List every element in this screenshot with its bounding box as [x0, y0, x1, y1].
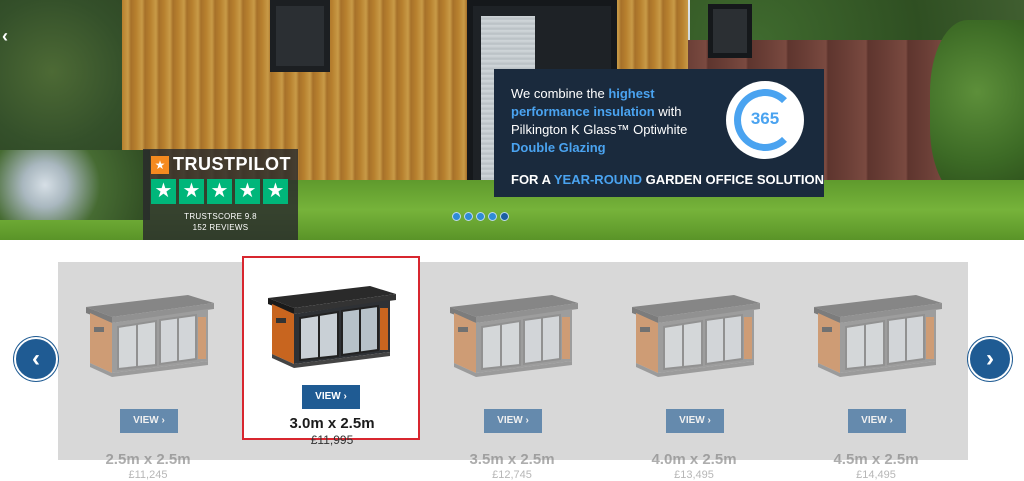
- slider-dot[interactable]: [488, 212, 497, 221]
- cabin-small-window: [708, 4, 752, 58]
- view-button[interactable]: VIEW ›: [666, 409, 724, 433]
- carousel-prev-button[interactable]: ‹: [14, 337, 58, 381]
- star-icon: ★: [235, 179, 260, 204]
- product-size: 3.0m x 2.5m: [289, 415, 375, 432]
- cabin-window: [270, 0, 330, 72]
- garden-office-thumbnail[interactable]: [260, 268, 400, 368]
- slider-pagination: [452, 212, 509, 221]
- product-card[interactable]: VIEW › 3.5m x 2.5m £12,745: [422, 262, 602, 481]
- product-price: £11,995: [310, 433, 354, 447]
- star-icon: ★: [207, 179, 232, 204]
- bush: [930, 20, 1024, 200]
- promo-text: We combine the highest performance insul…: [511, 86, 688, 155]
- chevron-right-icon: ›: [158, 415, 165, 426]
- slider-prev-icon[interactable]: ‹: [2, 26, 8, 47]
- slider-dot[interactable]: [476, 212, 485, 221]
- trustpilot-rating-stars: ★ ★ ★ ★ ★: [151, 179, 288, 204]
- hero-banner: ‹ ★ TRUSTPILOT ★ ★ ★ ★ ★ TRUSTSCORE 9.8 152 …: [0, 0, 1024, 240]
- garden-office-thumbnail[interactable]: [624, 277, 764, 377]
- promo-highlight: Double Glazing: [511, 140, 606, 155]
- view-button[interactable]: VIEW ›: [120, 409, 178, 433]
- view-button[interactable]: VIEW ›: [302, 385, 360, 409]
- trustpilot-logo-icon: ★: [151, 155, 169, 174]
- view-button[interactable]: VIEW ›: [848, 409, 906, 433]
- flower-bed: [0, 150, 150, 220]
- product-card[interactable]: VIEW › 4.0m x 2.5m £13,495: [604, 262, 784, 481]
- product-carousel: VIEW › 2.5m x 2.5m £11,245 VIEW › 3.0m x 2.…: [0, 240, 1024, 481]
- slider-dot[interactable]: [452, 212, 461, 221]
- carousel-next-button[interactable]: ›: [968, 337, 1012, 381]
- trustpilot-reviews: 152 REVIEWS: [192, 223, 249, 232]
- product-price: £11,245: [128, 469, 168, 481]
- 365-badge-icon: 365: [726, 81, 804, 159]
- garden-office-thumbnail[interactable]: [806, 277, 946, 377]
- chevron-right-icon: ›: [886, 415, 893, 426]
- trustpilot-brand: TRUSTPILOT: [173, 154, 291, 174]
- trustpilot-widget[interactable]: ★ TRUSTPILOT ★ ★ ★ ★ ★ TRUSTSCORE 9.8 152 RE…: [143, 149, 298, 240]
- slider-dot[interactable]: [500, 212, 509, 221]
- garden-office-thumbnail[interactable]: [78, 277, 218, 377]
- promo-banner: We combine the highest performance insul…: [494, 69, 824, 197]
- product-price: £14,495: [856, 469, 896, 481]
- product-price: £12,745: [492, 469, 532, 481]
- chevron-right-icon: ›: [522, 415, 529, 426]
- star-icon: ★: [263, 179, 288, 204]
- product-price: £13,495: [674, 469, 714, 481]
- chevron-right-icon: ›: [340, 391, 347, 402]
- garden-office-thumbnail[interactable]: [442, 277, 582, 377]
- star-icon: ★: [151, 179, 176, 204]
- trustpilot-score: TRUSTSCORE 9.8: [184, 212, 257, 221]
- view-button[interactable]: VIEW ›: [484, 409, 542, 433]
- product-card[interactable]: VIEW › 4.5m x 2.5m £14,495: [786, 262, 966, 481]
- star-icon: ★: [179, 179, 204, 204]
- slider-dot[interactable]: [464, 212, 473, 221]
- promo-subtitle: FOR A YEAR-ROUND GARDEN OFFICE SOLUTION: [511, 172, 824, 187]
- product-card[interactable]: VIEW › 3.0m x 2.5m £11,995: [242, 256, 420, 447]
- product-card[interactable]: VIEW › 2.5m x 2.5m £11,245: [58, 262, 238, 481]
- chevron-right-icon: ›: [704, 415, 711, 426]
